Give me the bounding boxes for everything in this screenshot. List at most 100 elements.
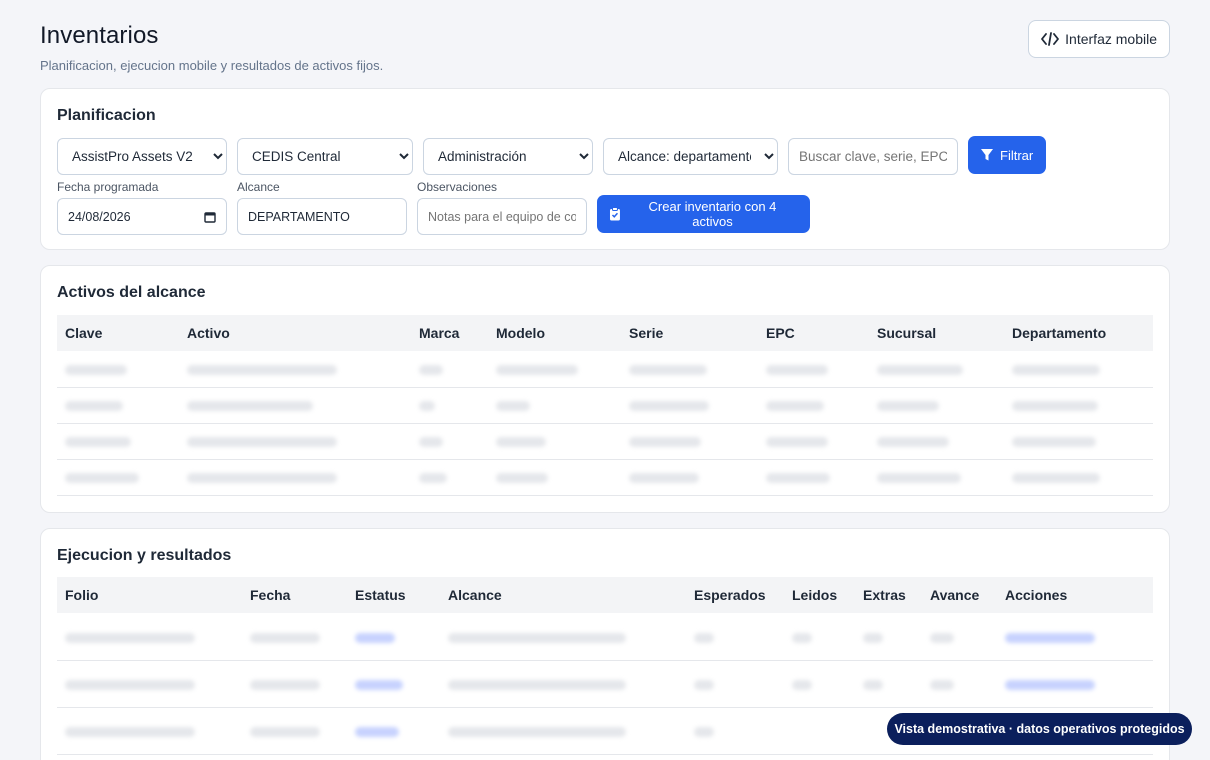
redacted-cell bbox=[411, 423, 488, 460]
redacted-cell bbox=[57, 423, 179, 460]
redacted-cell bbox=[784, 613, 855, 661]
redacted-cell bbox=[488, 423, 621, 460]
scope-select[interactable]: Alcance: departamento bbox=[603, 138, 778, 175]
redacted-cell bbox=[922, 660, 997, 708]
redacted-cell bbox=[440, 707, 686, 755]
redacted-cell bbox=[758, 423, 869, 460]
redacted-cell bbox=[179, 459, 411, 496]
redacted-cell bbox=[57, 660, 242, 708]
create-inventory-button[interactable]: Crear inventario con 4 activos bbox=[597, 195, 810, 233]
redacted-cell bbox=[57, 351, 179, 388]
table-row bbox=[57, 423, 1153, 460]
scope-value: DEPARTAMENTO bbox=[248, 209, 350, 224]
col-acciones: Acciones bbox=[997, 577, 1153, 613]
redacted-cell bbox=[242, 660, 347, 708]
redacted-cell bbox=[179, 387, 411, 424]
demo-notice-toast: Vista demostrativa · datos operativos pr… bbox=[887, 713, 1192, 745]
col-serie: Serie bbox=[621, 315, 758, 351]
redacted-cell bbox=[411, 459, 488, 496]
page-header: Inventarios Planificacion, ejecucion mob… bbox=[40, 20, 1170, 88]
col-esperados: Esperados bbox=[686, 577, 784, 613]
col-clave: Clave bbox=[57, 315, 179, 351]
col-activo: Activo bbox=[179, 315, 411, 351]
redacted-cell bbox=[621, 387, 758, 424]
redacted-cell bbox=[411, 387, 488, 424]
assets-table: Clave Activo Marca Modelo Serie EPC Sucu… bbox=[57, 315, 1153, 496]
date-value: 24/08/2026 bbox=[68, 209, 131, 224]
planning-title: Planificacion bbox=[57, 107, 156, 124]
col-sucursal: Sucursal bbox=[869, 315, 1004, 351]
redacted-cell bbox=[242, 613, 347, 661]
clipboard-check-icon bbox=[609, 207, 620, 221]
redacted-cell bbox=[488, 459, 621, 496]
col-avance: Avance bbox=[922, 577, 997, 613]
redacted-cell bbox=[869, 459, 1004, 496]
company-select[interactable]: AssistPro Assets V2 bbox=[57, 138, 227, 175]
code-icon bbox=[1041, 32, 1060, 46]
calendar-icon bbox=[204, 211, 216, 223]
col-alcance: Alcance bbox=[440, 577, 686, 613]
col-departamento: Departamento bbox=[1004, 315, 1153, 351]
col-leidos: Leidos bbox=[784, 577, 855, 613]
scope-label: Alcance bbox=[237, 180, 280, 194]
col-estatus: Estatus bbox=[347, 577, 440, 613]
planning-card: Planificacion AssistPro Assets V2 CEDIS … bbox=[40, 88, 1170, 250]
page-title: Inventarios bbox=[40, 22, 159, 49]
redacted-cell bbox=[179, 351, 411, 388]
redacted-cell bbox=[57, 387, 179, 424]
col-modelo: Modelo bbox=[488, 315, 621, 351]
redacted-cell bbox=[57, 613, 242, 661]
table-row bbox=[57, 660, 1153, 708]
branch-select[interactable]: CEDIS Central bbox=[237, 138, 413, 175]
execution-header-row: Folio Fecha Estatus Alcance Esperados Le… bbox=[57, 577, 1153, 613]
create-inventory-label: Crear inventario con 4 activos bbox=[648, 199, 777, 229]
redacted-cell bbox=[488, 387, 621, 424]
table-row bbox=[57, 351, 1153, 388]
redacted-cell bbox=[997, 660, 1153, 708]
redacted-cell bbox=[758, 387, 869, 424]
redacted-cell bbox=[922, 613, 997, 661]
table-row bbox=[57, 387, 1153, 424]
assets-card: Activos del alcance Clave Activo Marca M… bbox=[40, 265, 1170, 513]
redacted-cell bbox=[784, 660, 855, 708]
col-epc: EPC bbox=[758, 315, 869, 351]
redacted-cell bbox=[57, 707, 242, 755]
redacted-cell bbox=[440, 660, 686, 708]
redacted-cell bbox=[869, 423, 1004, 460]
redacted-cell bbox=[347, 707, 440, 755]
redacted-cell bbox=[784, 707, 855, 755]
redacted-cell bbox=[997, 613, 1153, 661]
notes-input[interactable] bbox=[417, 198, 587, 235]
redacted-cell bbox=[758, 351, 869, 388]
redacted-cell bbox=[855, 660, 922, 708]
col-extras: Extras bbox=[855, 577, 922, 613]
redacted-cell bbox=[1004, 351, 1153, 388]
redacted-cell bbox=[179, 423, 411, 460]
mobile-interface-button[interactable]: Interfaz mobile bbox=[1028, 20, 1170, 58]
redacted-cell bbox=[758, 459, 869, 496]
redacted-cell bbox=[440, 613, 686, 661]
redacted-cell bbox=[1004, 387, 1153, 424]
table-row bbox=[57, 459, 1153, 496]
search-input[interactable] bbox=[788, 138, 958, 175]
redacted-cell bbox=[855, 613, 922, 661]
redacted-cell bbox=[686, 707, 784, 755]
col-folio: Folio bbox=[57, 577, 242, 613]
redacted-cell bbox=[686, 660, 784, 708]
department-select[interactable]: Administración bbox=[423, 138, 593, 175]
scope-field[interactable]: DEPARTAMENTO bbox=[237, 198, 407, 235]
date-label: Fecha programada bbox=[57, 180, 159, 194]
assets-title: Activos del alcance bbox=[57, 284, 206, 301]
redacted-cell bbox=[1004, 423, 1153, 460]
mobile-interface-label: Interfaz mobile bbox=[1065, 31, 1157, 47]
redacted-cell bbox=[1004, 459, 1153, 496]
filter-button[interactable]: Filtrar bbox=[968, 136, 1046, 174]
redacted-cell bbox=[869, 387, 1004, 424]
redacted-cell bbox=[347, 660, 440, 708]
redacted-cell bbox=[347, 613, 440, 661]
redacted-cell bbox=[621, 459, 758, 496]
filter-label: Filtrar bbox=[1000, 147, 1034, 163]
date-input[interactable]: 24/08/2026 bbox=[57, 198, 227, 235]
redacted-cell bbox=[411, 351, 488, 388]
redacted-cell bbox=[621, 423, 758, 460]
